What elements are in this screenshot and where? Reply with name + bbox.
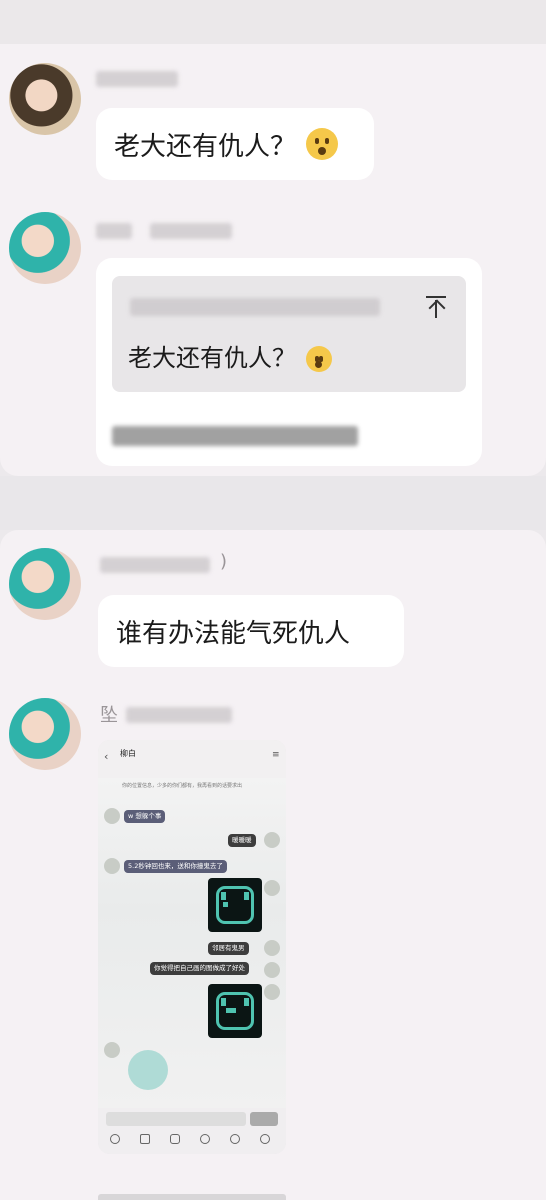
back-icon: ‹ xyxy=(104,750,109,763)
sender-name: ) xyxy=(100,551,232,576)
quoted-message[interactable]: 老大还有仇人？ xyxy=(112,276,466,392)
top-strip xyxy=(0,0,546,44)
sticker-image xyxy=(208,984,262,1038)
reply-text-blur xyxy=(112,426,358,448)
avatar xyxy=(264,984,280,1000)
frowning-face-icon xyxy=(306,346,332,372)
message-bubble[interactable]: 老大还有仇人？ xyxy=(96,108,374,180)
message-text: 谁有办法能气死仇人 xyxy=(116,618,351,649)
embedded-bubble: 5.2秒钟回也来，送和你撞鬼去了 xyxy=(124,860,227,873)
sender-name: 坠 xyxy=(100,704,232,726)
sticker-image xyxy=(128,1050,168,1090)
image-message[interactable]: ‹ 柳白 ≡ 你的位置信息，少多的你们都有，我再看到的话要求出 w 想躲个事 暖… xyxy=(98,740,286,1154)
avatar xyxy=(264,880,280,896)
embedded-bubble: 暖暖暖 xyxy=(228,834,256,847)
embedded-chat-header: ‹ 柳白 ≡ xyxy=(98,740,286,778)
avatar xyxy=(104,858,120,874)
quoted-sender-blur xyxy=(130,298,380,316)
embedded-chat-title: 柳白 xyxy=(120,749,136,758)
avatar xyxy=(104,1042,120,1058)
avatar xyxy=(104,808,120,824)
frowning-face-icon xyxy=(306,128,339,160)
message-text: 老大还有仇人？ xyxy=(114,131,297,162)
scroll-to-top-icon[interactable] xyxy=(426,296,446,320)
sender-name xyxy=(96,68,178,90)
avatar[interactable] xyxy=(9,63,81,135)
avatar xyxy=(264,832,280,848)
avatar[interactable] xyxy=(9,548,81,620)
reply-bubble[interactable]: 老大还有仇人？ xyxy=(96,258,482,466)
next-message-edge xyxy=(98,1194,286,1200)
embedded-chat-body: 你的位置信息，少多的你们都有，我再看到的话要求出 w 想躲个事 暖暖暖 5.2秒… xyxy=(98,778,286,1108)
avatar[interactable] xyxy=(9,212,81,284)
avatar xyxy=(264,940,280,956)
avatar[interactable] xyxy=(9,698,81,770)
embedded-bubble: w 想躲个事 xyxy=(124,810,166,823)
sender-name xyxy=(96,220,232,242)
avatar xyxy=(264,962,280,978)
quoted-text: 老大还有仇人？ xyxy=(128,338,332,373)
embedded-input-bar xyxy=(98,1108,286,1154)
message-bubble[interactable]: 谁有办法能气死仇人 xyxy=(98,595,404,667)
section-gap xyxy=(0,476,546,530)
embedded-bubble: 你觉得把自己画的图做成了好处 xyxy=(150,962,249,975)
embedded-bubble: 邻居有鬼男 xyxy=(208,942,249,955)
sticker-image xyxy=(208,878,262,932)
menu-icon: ≡ xyxy=(272,750,280,760)
